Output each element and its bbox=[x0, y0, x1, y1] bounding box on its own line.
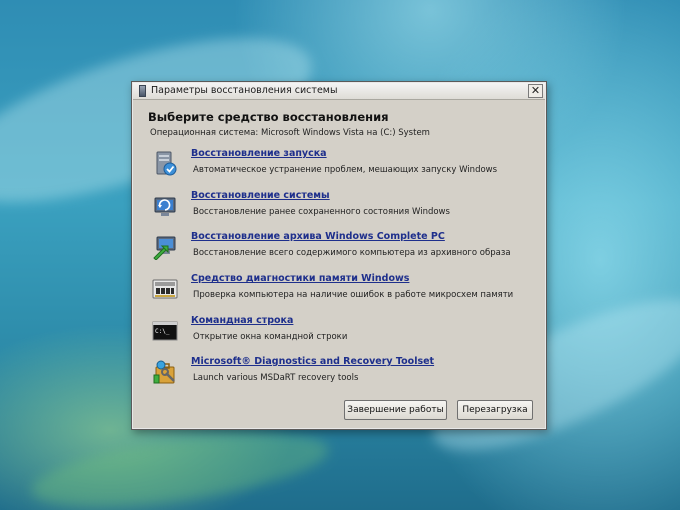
command-prompt-link[interactable]: Командная строка bbox=[191, 315, 293, 326]
system-restore-link[interactable]: Восстановление системы bbox=[191, 190, 330, 201]
complete-pc-restore-icon bbox=[153, 236, 176, 260]
startup-repair-link[interactable]: Восстановление запуска bbox=[191, 148, 327, 159]
memory-diagnostic-link[interactable]: Средство диагностики памяти Windows bbox=[191, 273, 409, 284]
dart-toolset-description: Launch various MSDaRT recovery tools bbox=[193, 373, 359, 383]
command-prompt-icon: C:\_ bbox=[152, 321, 178, 341]
memory-diagnostic-description: Проверка компьютера на наличие ошибок в … bbox=[193, 290, 514, 300]
restart-button[interactable]: Перезагрузка bbox=[457, 400, 533, 420]
window-title: Параметры восстановления системы bbox=[151, 85, 338, 96]
tool-system-restore: Восстановление системы Восстановление ра… bbox=[150, 190, 530, 226]
system-recovery-options-window: Параметры восстановления системы ✕ Выбер… bbox=[131, 81, 547, 430]
dart-toolset-link[interactable]: Microsoft® Diagnostics and Recovery Tool… bbox=[191, 356, 434, 367]
tool-dart-toolset: Microsoft® Diagnostics and Recovery Tool… bbox=[150, 356, 530, 392]
tool-startup-repair: Восстановление запуска Автоматическое ус… bbox=[150, 148, 530, 184]
wallpaper-ribbon bbox=[27, 419, 333, 510]
title-bar[interactable]: Параметры восстановления системы ✕ bbox=[133, 83, 545, 100]
command-prompt-description: Открытие окна командной строки bbox=[193, 332, 348, 342]
page-title: Выберите средство восстановления bbox=[148, 110, 389, 124]
tool-complete-pc-restore: Восстановление архива Windows Complete P… bbox=[150, 231, 530, 267]
tool-command-prompt: C:\_ Командная строка Открытие окна кома… bbox=[150, 315, 530, 351]
memory-diagnostic-icon bbox=[152, 279, 178, 299]
system-restore-description: Восстановление ранее сохраненного состоя… bbox=[193, 207, 450, 217]
operating-system-info: Операционная система: Microsoft Windows … bbox=[150, 128, 430, 138]
complete-pc-restore-link[interactable]: Восстановление архива Windows Complete P… bbox=[191, 231, 445, 242]
complete-pc-restore-description: Восстановление всего содержимого компьют… bbox=[193, 248, 511, 258]
svg-text:C:\_: C:\_ bbox=[155, 328, 170, 335]
system-restore-icon bbox=[154, 197, 176, 216]
startup-repair-icon bbox=[156, 151, 177, 176]
shutdown-button[interactable]: Завершение работы bbox=[344, 400, 447, 420]
window-icon bbox=[139, 85, 146, 97]
close-button[interactable]: ✕ bbox=[528, 84, 543, 98]
dart-toolset-icon bbox=[153, 360, 175, 384]
close-icon: ✕ bbox=[530, 84, 541, 97]
tool-memory-diagnostic: Средство диагностики памяти Windows Пров… bbox=[150, 273, 530, 309]
startup-repair-description: Автоматическое устранение проблем, мешаю… bbox=[193, 165, 498, 175]
